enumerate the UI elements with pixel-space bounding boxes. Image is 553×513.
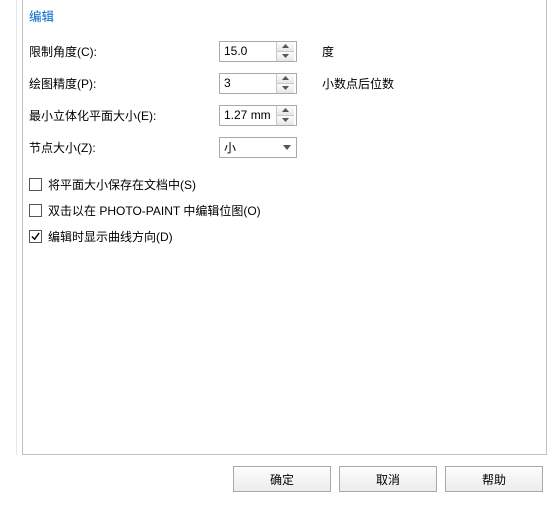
row-drawing-precision: 绘图精度(P): 小数点后位数 [29, 67, 540, 99]
constrain-angle-spinner[interactable] [219, 41, 297, 62]
label-drawing-precision: 绘图精度(P): [29, 75, 219, 92]
dialog-button-bar: 确定 取消 帮助 [22, 460, 547, 492]
row-min-extrude: 最小立体化平面大小(E): [29, 99, 540, 131]
spin-down-icon[interactable] [277, 83, 294, 93]
constrain-angle-input[interactable] [220, 42, 276, 61]
label-min-extrude: 最小立体化平面大小(E): [29, 107, 219, 124]
checkbox-show-curve-dir[interactable] [29, 230, 42, 243]
edit-options-panel: 编辑 限制角度(C): 度 绘图精度(P): [22, 0, 547, 455]
checkbox-dblclick-photo-paint[interactable] [29, 204, 42, 217]
checkbox-label: 双击以在 PHOTO-PAINT 中编辑位图(O) [48, 202, 261, 219]
spin-down-icon[interactable] [277, 51, 294, 61]
row-constrain-angle: 限制角度(C): 度 [29, 35, 540, 67]
drawing-precision-input[interactable] [220, 74, 276, 93]
node-size-value: 小 [220, 139, 278, 156]
checkbox-save-plane-size[interactable] [29, 178, 42, 191]
ok-button[interactable]: 确定 [233, 466, 331, 492]
checkbox-label: 编辑时显示曲线方向(D) [48, 228, 173, 245]
section-title: 编辑 [23, 0, 546, 35]
help-button[interactable]: 帮助 [445, 466, 543, 492]
check-row-show-curve-dir[interactable]: 编辑时显示曲线方向(D) [29, 223, 540, 249]
node-size-select[interactable]: 小 [219, 137, 297, 158]
label-node-size: 节点大小(Z): [29, 139, 219, 156]
spin-up-icon[interactable] [277, 74, 294, 83]
label-constrain-angle: 限制角度(C): [29, 43, 219, 60]
spin-up-icon[interactable] [277, 106, 294, 115]
check-row-save-plane-size[interactable]: 将平面大小保存在文档中(S) [29, 171, 540, 197]
check-row-dblclick-photo-paint[interactable]: 双击以在 PHOTO-PAINT 中编辑位图(O) [29, 197, 540, 223]
row-node-size: 节点大小(Z): 小 [29, 131, 540, 163]
unit-decimal-places: 小数点后位数 [304, 75, 394, 92]
spin-down-icon[interactable] [277, 115, 294, 125]
checkbox-label: 将平面大小保存在文档中(S) [48, 176, 196, 193]
chevron-down-icon[interactable] [278, 138, 296, 157]
min-extrude-input[interactable] [220, 106, 276, 125]
unit-degree: 度 [304, 43, 334, 60]
spin-up-icon[interactable] [277, 42, 294, 51]
cancel-button[interactable]: 取消 [339, 466, 437, 492]
drawing-precision-spinner[interactable] [219, 73, 297, 94]
min-extrude-spinner[interactable] [219, 105, 297, 126]
